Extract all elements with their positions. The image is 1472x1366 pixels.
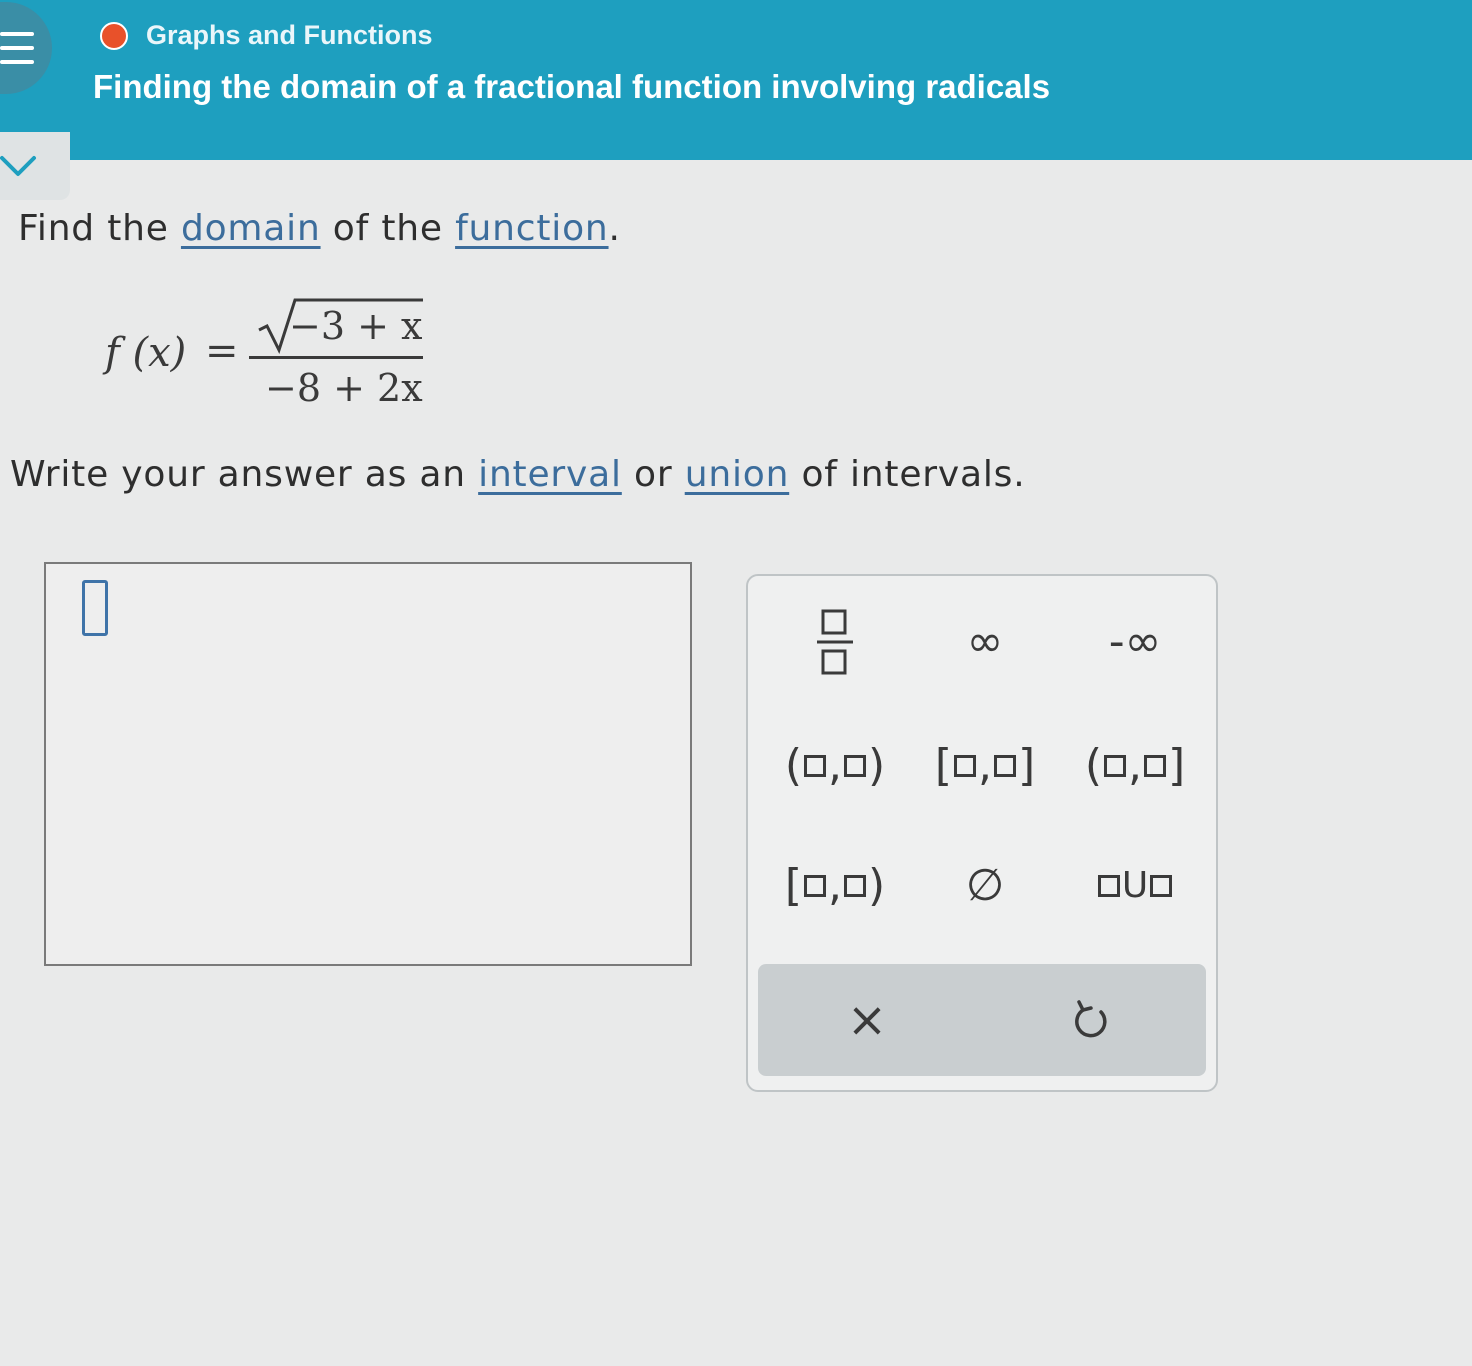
- instruction-text: Write your answer as an: [10, 454, 479, 495]
- empty-set-button[interactable]: ∅: [920, 846, 1050, 926]
- placeholder-box: [954, 755, 976, 777]
- infinity-button[interactable]: ∞: [920, 602, 1050, 682]
- function-formula: f (x) = −3 + x −8 + 2x: [105, 290, 445, 420]
- placeholder-box: [804, 875, 826, 897]
- formula-lhs: f (x): [105, 330, 187, 376]
- hamburger-line: [0, 60, 34, 64]
- clear-button[interactable]: ×: [802, 980, 932, 1060]
- closed-open-interval-button[interactable]: [,): [770, 846, 900, 926]
- placeholder-box: [1097, 875, 1120, 897]
- menu-button[interactable]: [0, 2, 52, 94]
- keypad-action-bar: ×: [758, 964, 1206, 1076]
- header-bar-extension: [70, 130, 1472, 160]
- negative-infinity-symbol: -∞: [1108, 616, 1162, 667]
- chevron-down-icon: [0, 156, 36, 176]
- topic-title: Graphs and Functions: [146, 20, 433, 50]
- fraction-bar: [249, 356, 423, 359]
- union-link[interactable]: union: [685, 454, 789, 495]
- closed-closed-interval-button[interactable]: [,]: [920, 726, 1050, 806]
- formula-denominator: −8 + 2x: [265, 366, 423, 410]
- close-icon: ×: [846, 992, 888, 1048]
- empty-set-symbol: ∅: [965, 860, 1005, 911]
- undo-icon: [1075, 1000, 1107, 1038]
- formula-numerator: −3 + x: [289, 304, 423, 348]
- placeholder-box: [844, 755, 866, 777]
- interval-close-paren: ): [868, 740, 886, 791]
- formula-equals: =: [205, 328, 239, 374]
- fraction-button[interactable]: [770, 602, 900, 682]
- interval-close-paren: ): [868, 860, 886, 911]
- question-prompt: Find the domain of the function.: [18, 208, 621, 249]
- interval-comma: ,: [828, 860, 842, 911]
- instruction-text: or: [621, 454, 685, 495]
- topic-status-dot: [100, 22, 128, 50]
- placeholder-box: [994, 755, 1016, 777]
- open-open-interval-button[interactable]: (,): [770, 726, 900, 806]
- undo-button[interactable]: [1026, 980, 1156, 1060]
- interval-comma: ,: [978, 740, 992, 791]
- infinity-symbol: ∞: [966, 616, 1004, 667]
- placeholder-box: [1144, 755, 1166, 777]
- prompt-text: of the: [320, 208, 456, 249]
- math-keypad: ∞ -∞ (,) [,] (,] [,) ∅ U ×: [746, 574, 1218, 1092]
- negative-infinity-button[interactable]: -∞: [1070, 602, 1200, 682]
- interval-comma: ,: [1128, 740, 1142, 791]
- union-symbol: U: [1121, 865, 1149, 906]
- answer-instruction: Write your answer as an interval or unio…: [10, 454, 1025, 495]
- instruction-text: of intervals.: [789, 454, 1026, 495]
- interval-close-bracket: ]: [1168, 740, 1186, 791]
- interval-link[interactable]: interval: [478, 454, 622, 495]
- interval-open-bracket: [: [784, 860, 802, 911]
- collapse-toggle[interactable]: [0, 132, 70, 200]
- union-button[interactable]: U: [1070, 846, 1200, 926]
- prompt-text: .: [608, 208, 621, 249]
- fraction-icon: [817, 609, 853, 675]
- interval-comma: ,: [828, 740, 842, 791]
- placeholder-box: [804, 755, 826, 777]
- hamburger-line: [0, 46, 34, 50]
- interval-open-bracket: [: [934, 740, 952, 791]
- interval-open-paren: (: [784, 740, 802, 791]
- interval-open-paren: (: [1084, 740, 1102, 791]
- function-link[interactable]: function: [455, 208, 608, 249]
- hamburger-line: [0, 32, 34, 36]
- domain-link[interactable]: domain: [181, 208, 321, 249]
- answer-input[interactable]: [44, 562, 692, 966]
- interval-close-bracket: ]: [1018, 740, 1036, 791]
- placeholder-box: [844, 875, 866, 897]
- lesson-title: Finding the domain of a fractional funct…: [93, 68, 1051, 105]
- placeholder-box: [1150, 875, 1173, 897]
- prompt-text: Find the: [18, 208, 181, 249]
- answer-cursor: [82, 580, 108, 636]
- open-closed-interval-button[interactable]: (,]: [1070, 726, 1200, 806]
- placeholder-box: [1104, 755, 1126, 777]
